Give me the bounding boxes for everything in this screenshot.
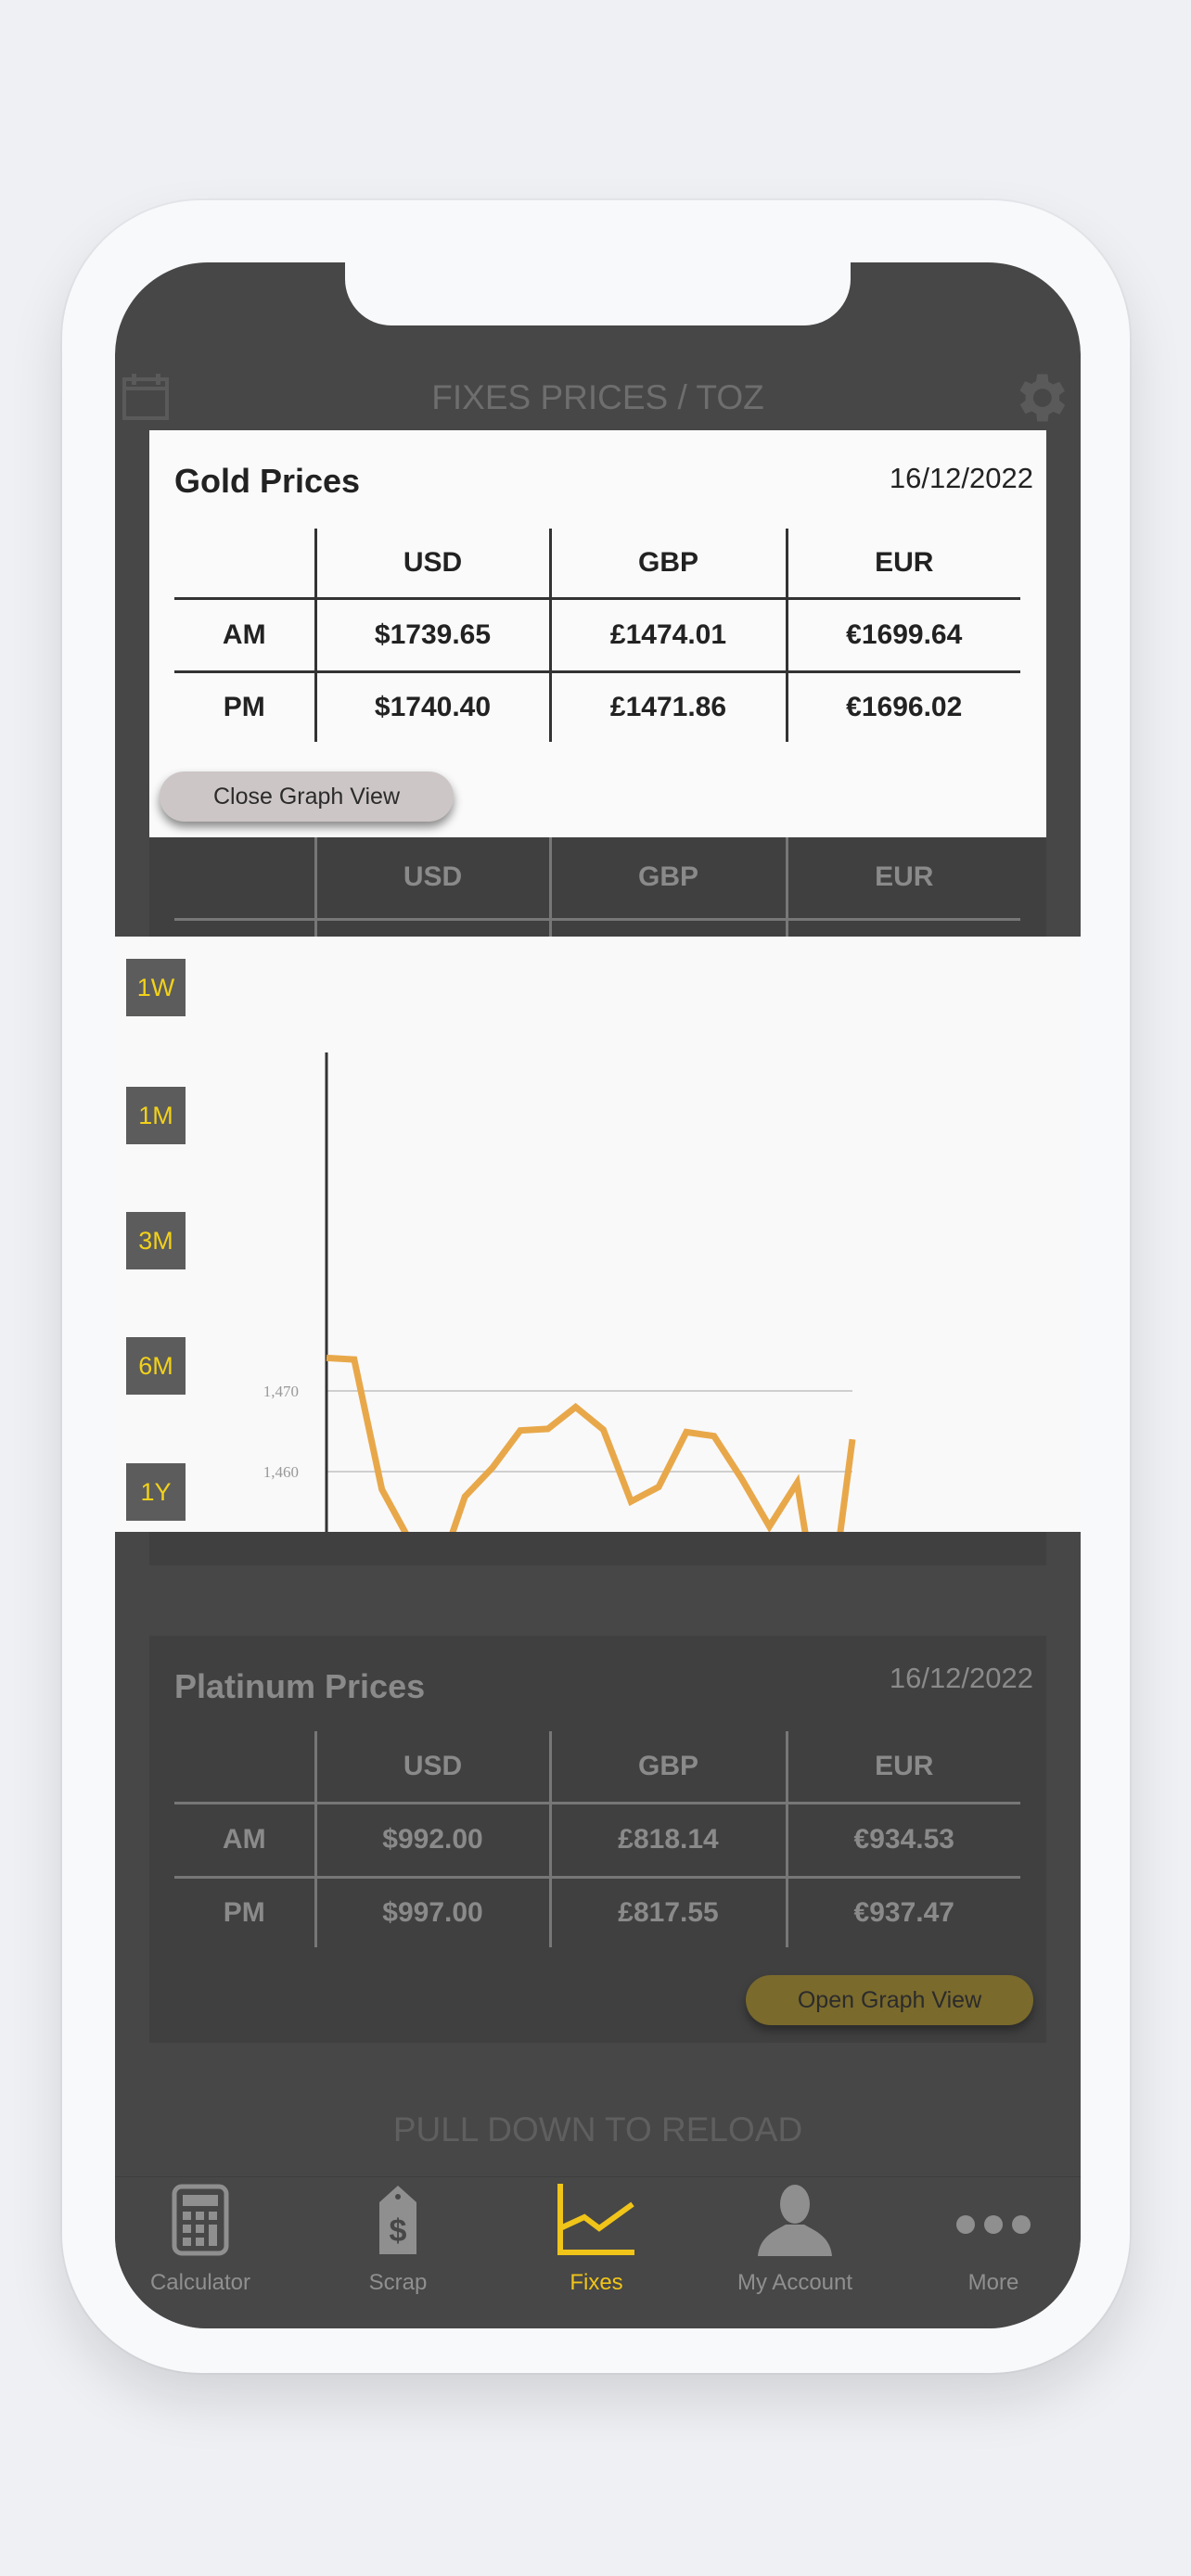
- price-line-chart: 1,4401,4501,4601,47021 Nov23 Nov25 Nov29…: [263, 1052, 856, 1532]
- open-graph-view-button[interactable]: Open Graph View: [746, 1975, 1033, 2025]
- gear-icon[interactable]: [1008, 366, 1071, 429]
- gold-prices-card: Gold Prices 16/12/2022 USD GBP EUR AM $1739…: [149, 430, 1046, 837]
- platinum-price-table: USD GBP EUR AM $992.00 £818.14 €934.53 PM $997…: [174, 1731, 1020, 1947]
- y-tick-label: 1,470: [263, 1383, 299, 1400]
- app-screen: FIXES PRICES / TOZ USD GBP EUR Gold Prices…: [115, 262, 1081, 2328]
- more-dots-icon: [956, 2215, 1031, 2234]
- table-row: AM $992.00 £818.14 €934.53: [174, 1801, 1020, 1877]
- dimmed-card-bottom: [149, 1532, 1046, 1565]
- tab-more[interactable]: More: [901, 2184, 1081, 2296]
- col-usd: USD: [314, 529, 550, 598]
- close-graph-view-button[interactable]: Close Graph View: [160, 772, 454, 822]
- tab-calculator[interactable]: Calculator: [115, 2184, 293, 2296]
- gold-card-date: 16/12/2022: [889, 462, 1033, 494]
- svg-text:$: $: [390, 2213, 407, 2249]
- platinum-prices-card: Platinum Prices 16/12/2022 USD GBP EUR AM $…: [149, 1636, 1046, 2043]
- col-gbp: GBP: [548, 529, 787, 598]
- col-usd: USD: [314, 1731, 550, 1803]
- price-tag-icon: $: [379, 2186, 416, 2254]
- table-row: PM $997.00 £817.55 €937.47: [174, 1875, 1020, 1947]
- gold-card-title: Gold Prices: [174, 462, 361, 500]
- col-eur: EUR: [785, 529, 1020, 598]
- gold-price-table: USD GBP EUR AM $1739.65 £1474.01 €1699.64 PM $…: [174, 529, 1020, 742]
- page-title: FIXES PRICES / TOZ: [431, 378, 764, 416]
- tab-scrap[interactable]: $ Scrap: [305, 2184, 491, 2296]
- dimmed-table-header: USD GBP EUR: [174, 837, 1020, 939]
- graph-panel: 1W 1M 3M 6M 1Y 1,4401,4501,4601,47021 No…: [115, 937, 1081, 1532]
- tab-my-account[interactable]: My Account: [702, 2184, 888, 2296]
- price-series-line: [326, 1354, 856, 1532]
- calculator-icon: [172, 2184, 229, 2256]
- table-row: AM $1739.65 £1474.01 €1699.64: [174, 596, 1020, 671]
- line-chart-icon: [557, 2184, 634, 2255]
- platinum-card-title: Platinum Prices: [174, 1667, 426, 1705]
- col-usd: USD: [314, 837, 550, 919]
- pull-to-reload-text: PULL DOWN TO RELOAD: [392, 2111, 803, 2149]
- notch: [345, 262, 851, 325]
- person-icon: [758, 2185, 832, 2256]
- y-tick-label: 1,460: [263, 1463, 299, 1481]
- col-eur: EUR: [785, 1731, 1020, 1803]
- tab-fixes[interactable]: Fixes: [504, 2184, 689, 2296]
- col-gbp: GBP: [548, 837, 787, 919]
- platinum-card-date: 16/12/2022: [889, 1662, 1033, 1694]
- table-row: PM $1740.40 £1471.86 €1696.02: [174, 670, 1020, 742]
- col-eur: EUR: [785, 837, 1020, 919]
- col-gbp: GBP: [548, 1731, 787, 1803]
